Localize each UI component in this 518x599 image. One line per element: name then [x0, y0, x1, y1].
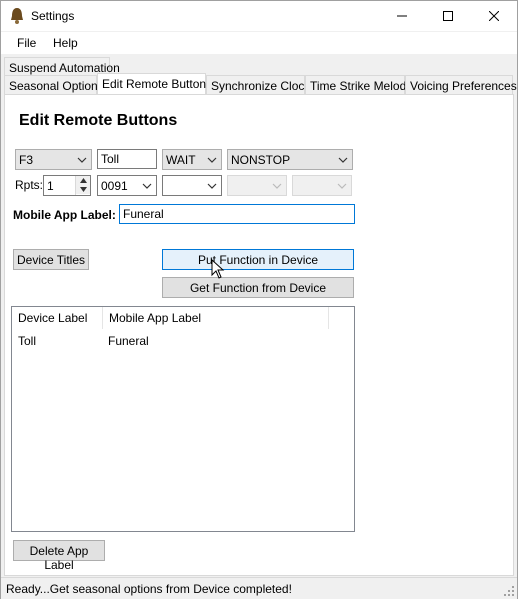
status-bar: Ready...Get seasonal options from Device…: [1, 577, 517, 599]
row-mobile-label: Funeral: [108, 334, 149, 348]
tab-voicing-preferences[interactable]: Voicing Preferences: [405, 75, 517, 95]
close-button[interactable]: [471, 1, 517, 31]
menu-help[interactable]: Help: [53, 36, 78, 50]
settings-window: Settings File Help Suspend Automation Se…: [0, 0, 518, 599]
chevron-down-icon: [77, 157, 87, 163]
maximize-icon: [443, 11, 453, 21]
minimize-button[interactable]: [379, 1, 425, 31]
window-title: Settings: [31, 9, 75, 23]
spin-up-icon[interactable]: [76, 176, 90, 185]
tab-edit-remote-buttons[interactable]: Edit Remote Buttons: [97, 73, 212, 95]
minimize-icon: [397, 15, 407, 17]
page-title: Edit Remote Buttons: [19, 112, 178, 129]
chevron-down-icon: [272, 183, 282, 189]
device-titles-button[interactable]: Device Titles: [13, 249, 89, 270]
button-name-input[interactable]: Toll: [97, 149, 157, 169]
row-device-label: Toll: [18, 334, 37, 348]
column-mobile-app-label[interactable]: Mobile App Label: [103, 307, 329, 329]
tab-seasonal-options[interactable]: Seasonal Options: [4, 75, 104, 95]
mobile-app-label-caption: Mobile App Label:: [13, 208, 116, 222]
chevron-down-icon: [338, 157, 348, 163]
maximize-button[interactable]: [425, 1, 471, 31]
rpts-spin-buttons[interactable]: [75, 176, 90, 195]
chevron-down-icon: [142, 183, 152, 189]
button-select[interactable]: F3: [15, 149, 92, 170]
mobile-app-label-input[interactable]: Funeral: [119, 204, 355, 224]
action-select[interactable]: WAIT: [162, 149, 222, 170]
spin-down-icon[interactable]: [76, 185, 90, 194]
title-bar: Settings: [1, 1, 517, 31]
button-select-value: F3: [19, 153, 34, 167]
chevron-down-icon: [207, 157, 217, 163]
delete-app-label-button[interactable]: Delete App Label: [13, 540, 105, 572]
status-text: Ready...Get seasonal options from Device…: [6, 582, 292, 596]
tab-synchronize-clock[interactable]: Synchronize Clock: [206, 75, 310, 95]
option-select-3[interactable]: [162, 175, 222, 196]
code-select-value: 0091: [101, 179, 128, 193]
edit-remote-buttons-panel: Edit Remote Buttons F3 Toll WAIT NONSTOP…: [4, 94, 514, 576]
list-header: Device Label Mobile App Label: [12, 307, 354, 329]
menu-bar: File Help: [1, 32, 517, 54]
tab-suspend-automation[interactable]: Suspend Automation: [4, 57, 120, 77]
close-icon: [489, 11, 499, 21]
bell-icon: [11, 8, 23, 24]
chevron-down-icon: [207, 183, 217, 189]
label-list[interactable]: Device Label Mobile App Label Toll Funer…: [11, 306, 355, 532]
rpts-value: 1: [47, 179, 54, 193]
chevron-down-icon: [337, 183, 347, 189]
resize-grip-icon[interactable]: [503, 585, 515, 597]
option-select-4: [227, 175, 287, 196]
mouse-cursor-icon: [211, 259, 225, 279]
get-function-button[interactable]: Get Function from Device: [162, 277, 354, 298]
menu-file[interactable]: File: [17, 36, 36, 50]
column-device-label[interactable]: Device Label: [12, 307, 103, 329]
option-select-5: [292, 175, 352, 196]
action-select-value: WAIT: [166, 153, 196, 167]
tab-time-strike-melody[interactable]: Time Strike Melody: [305, 75, 412, 95]
code-select[interactable]: 0091: [97, 175, 157, 196]
mode-select[interactable]: NONSTOP: [227, 149, 353, 170]
put-function-button[interactable]: Put Function in Device: [162, 249, 354, 270]
rpts-label: Rpts:: [15, 178, 44, 192]
mode-select-value: NONSTOP: [231, 153, 291, 167]
rpts-stepper[interactable]: 1: [43, 175, 91, 196]
